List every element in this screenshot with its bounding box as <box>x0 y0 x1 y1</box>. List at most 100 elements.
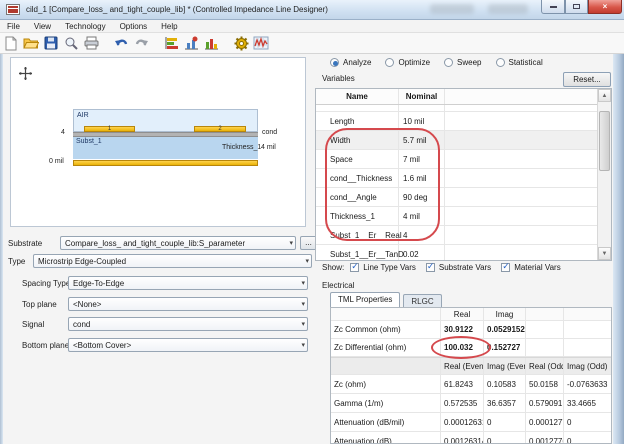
radio-sweep[interactable]: Sweep <box>444 58 481 67</box>
window-title: cild_1 [Compare_loss_ and_tight_couple_l… <box>26 5 328 14</box>
table-row-partial <box>316 105 597 112</box>
radio-icon <box>385 58 394 67</box>
title-bar: cild_1 [Compare_loss_ and_tight_couple_l… <box>0 0 624 20</box>
table-row-subst-er-tand[interactable]: Subst_1__Er__TanD 0.02 <box>316 245 597 261</box>
mode-radio-group: Analyze Optimize Sweep Statistical <box>330 58 557 67</box>
scatter-chart-icon[interactable] <box>182 35 200 52</box>
thickness-value: 4 mil <box>261 144 276 151</box>
checkbox-checked-icon: ✓ <box>501 263 510 272</box>
table-row-subst-er-real[interactable]: Subst_1__Er__Real 4 <box>316 226 597 245</box>
table-row-width[interactable]: Width 5.7 mil <box>316 131 597 150</box>
close-icon: × <box>603 2 608 11</box>
close-button[interactable]: × <box>588 0 622 14</box>
save-icon[interactable] <box>42 35 60 52</box>
redo-icon[interactable] <box>132 35 150 52</box>
table-row-cond-angle[interactable]: cond__Angle 90 deg <box>316 188 597 207</box>
variables-scrollbar[interactable]: ▲ ▼ <box>597 89 611 260</box>
menu-file[interactable]: File <box>0 22 27 31</box>
checkbox-substrate-vars[interactable]: ✓ Substrate Vars <box>426 263 491 272</box>
signal-select[interactable]: cond▾ <box>68 317 308 331</box>
settings-gear-icon[interactable] <box>232 35 250 52</box>
radio-analyze[interactable]: Analyze <box>330 58 371 67</box>
bottom-plane-label: Bottom plane <box>22 341 69 350</box>
checkbox-line-type-vars[interactable]: ✓ Line Type Vars <box>350 263 416 272</box>
substrate-region-label: Subst_1 <box>76 138 102 145</box>
checkbox-checked-icon: ✓ <box>350 263 359 272</box>
minimize-icon <box>550 6 557 8</box>
air-label: AIR <box>77 112 89 119</box>
top-plane-label: Top plane <box>22 300 57 309</box>
substrate-label: Substrate <box>8 239 42 248</box>
tml-properties-table[interactable]: Real Imag Zc Common (ohm) 30.9122 0.0529… <box>330 307 612 444</box>
variables-label: Variables <box>322 74 355 83</box>
thickness-label: Thickness_1 <box>222 144 261 151</box>
redacted-blur <box>488 4 528 14</box>
table-row-attenuation-dbmil[interactable]: Attenuation (dB/mil) 0.000126314 0 0.000… <box>331 413 611 432</box>
redacted-blur <box>430 4 474 14</box>
maximize-icon <box>573 4 580 9</box>
scroll-down-icon[interactable]: ▼ <box>598 247 611 260</box>
variables-table[interactable]: Name Nominal Length 10 mil Width 5.7 mil… <box>315 88 612 261</box>
menu-technology[interactable]: Technology <box>58 22 112 31</box>
app-icon <box>6 4 20 15</box>
ground-layer <box>73 160 258 166</box>
pan-crosshair-icon[interactable] <box>19 67 32 82</box>
hbar-chart-icon[interactable] <box>162 35 180 52</box>
variables-table-header: Name Nominal <box>316 89 597 105</box>
table-row-length[interactable]: Length 10 mil <box>316 112 597 131</box>
table-row-thickness-1[interactable]: Thickness_1 4 mil <box>316 207 597 226</box>
left-height-label: 4 <box>61 129 65 136</box>
new-file-icon[interactable] <box>2 35 20 52</box>
chevron-down-icon: ▾ <box>305 256 309 268</box>
zero-mil-label: 0 mil <box>49 158 64 165</box>
show-filter-row: Show: ✓ Line Type Vars ✓ Substrate Vars … <box>322 263 571 272</box>
table-row-zc[interactable]: Zc (ohm) 61.8243 0.10583 50.0158 -0.0763… <box>331 375 611 394</box>
menu-help[interactable]: Help <box>154 22 184 31</box>
menu-bar: File View Technology Options Help <box>0 20 624 33</box>
maximize-button[interactable] <box>565 0 588 14</box>
open-folder-icon[interactable] <box>22 35 40 52</box>
tab-rlgc[interactable]: RLGC <box>403 294 441 307</box>
minimize-button[interactable] <box>541 0 565 14</box>
top-plane-select[interactable]: <None>▾ <box>68 297 308 311</box>
table-row-space[interactable]: Space 7 mil <box>316 150 597 169</box>
reset-button[interactable]: Reset... <box>563 72 611 87</box>
table-row-cond-thickness[interactable]: cond__Thickness 1.6 mil <box>316 169 597 188</box>
substrate-select[interactable]: Compare_loss_ and_tight_couple_lib:S_par… <box>60 236 296 250</box>
table-row-attenuation-db[interactable]: Attenuation (dB) 0.00126314 0 0.0012776 … <box>331 432 611 444</box>
checkbox-checked-icon: ✓ <box>426 263 435 272</box>
waveform-plot-icon[interactable] <box>252 35 270 52</box>
radio-optimize[interactable]: Optimize <box>385 58 430 67</box>
chevron-down-icon: ▾ <box>301 319 305 331</box>
scrollbar-thumb[interactable] <box>599 111 610 171</box>
type-label: Type <box>8 257 25 266</box>
show-label: Show: <box>322 263 344 272</box>
checkbox-material-vars[interactable]: ✓ Material Vars <box>501 263 561 272</box>
radio-icon <box>444 58 453 67</box>
signal-label: Signal <box>22 320 44 329</box>
column-chart-icon[interactable] <box>202 35 220 52</box>
chevron-down-icon: ▾ <box>301 340 305 352</box>
table-row-gamma[interactable]: Gamma (1/m) 0.572535 36.6357 0.579091 33… <box>331 394 611 413</box>
chevron-down-icon: ▾ <box>301 299 305 311</box>
spacing-type-label: Spacing Type <box>22 279 70 288</box>
menu-view[interactable]: View <box>27 22 58 31</box>
electrical-tabs: TML Properties RLGC <box>330 292 445 307</box>
tab-tml-properties[interactable]: TML Properties <box>330 292 400 307</box>
table-row-zc-common[interactable]: Zc Common (ohm) 30.9122 0.0529152 <box>331 321 611 339</box>
zoom-icon[interactable] <box>62 35 80 52</box>
scroll-up-icon[interactable]: ▲ <box>598 89 611 102</box>
electrical-label: Electrical <box>322 281 354 290</box>
bottom-plane-select[interactable]: <Bottom Cover>▾ <box>68 338 308 352</box>
radio-selected-icon <box>330 58 339 67</box>
undo-icon[interactable] <box>112 35 130 52</box>
mode-header-row: Real (Even) Imag (Even) Real (Odd) Imag … <box>331 357 611 375</box>
radio-statistical[interactable]: Statistical <box>496 58 543 67</box>
spacing-type-select[interactable]: Edge-To-Edge▾ <box>68 276 308 290</box>
table-row-zc-differential[interactable]: Zc Differential (ohm) 100.032 0.152727 <box>331 339 611 357</box>
cross-section-diagram[interactable]: AIR 1 2 Subst_1 4 0 mil cond Thickness_1… <box>10 57 306 227</box>
type-select[interactable]: Microstrip Edge-Coupled▾ <box>33 254 312 268</box>
menu-options[interactable]: Options <box>113 22 155 31</box>
print-icon[interactable] <box>82 35 100 52</box>
chevron-down-icon: ▾ <box>301 278 305 290</box>
